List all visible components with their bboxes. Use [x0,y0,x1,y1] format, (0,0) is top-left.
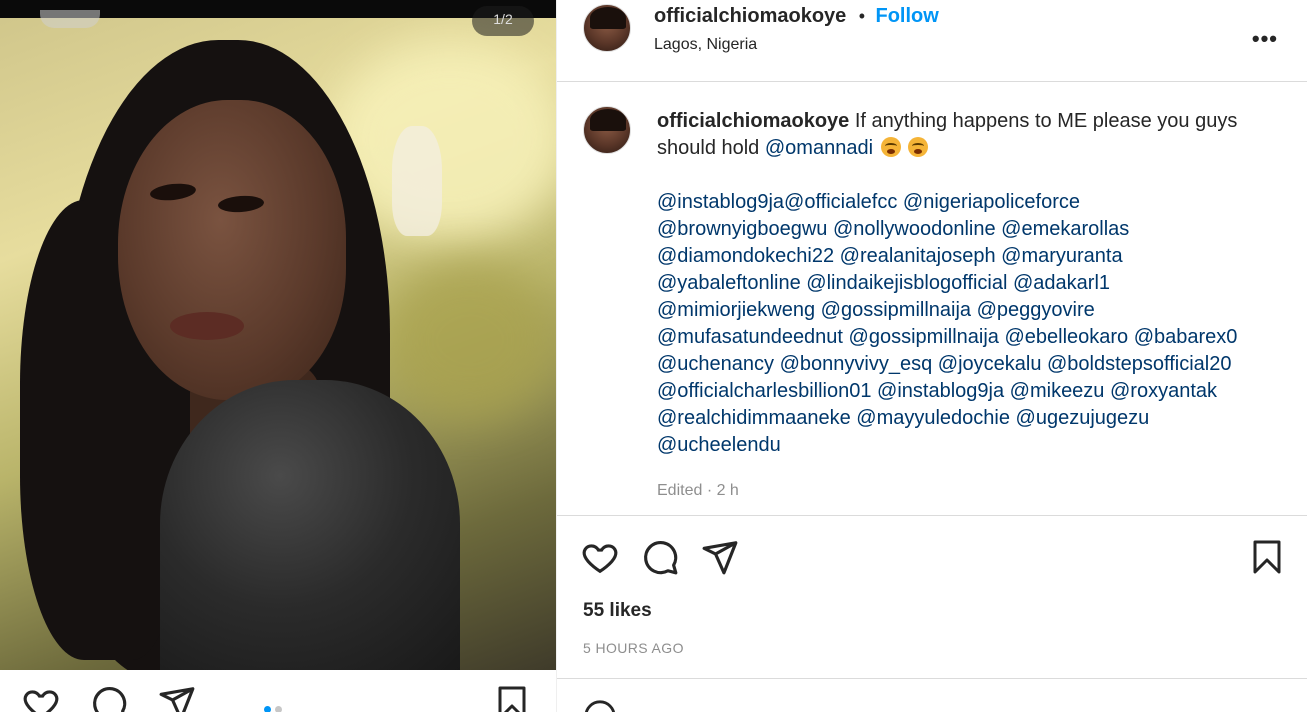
paper-plane-icon[interactable] [158,684,196,712]
more-options-icon[interactable]: ••• [1252,26,1278,52]
caption-avatar[interactable] [583,106,631,154]
caption-first-line: officialchiomaokoye If anything happens … [657,108,1267,162]
top-bar-notch [40,10,100,28]
add-comment-bar [557,678,1307,712]
loudly-crying-face-icon [880,137,901,157]
likes-count[interactable]: 55 likes [583,600,652,622]
follow-button[interactable]: Follow [876,5,939,27]
tag-line[interactable]: @brownyigboegwu @nollywoodonline @emekar… [657,216,1267,243]
tag-line[interactable]: @officialcharlesbillion01 @instablog9ja … [657,378,1267,405]
emoji-icon[interactable] [583,699,617,712]
post-side-panel: officialchiomaokoye • Follow Lagos, Nige… [556,0,1307,712]
tag-list: @instablog9ja@officialefcc @nigeriapolic… [657,189,1267,459]
header-separator: • [858,6,866,26]
caption: officialchiomaokoye If anything happens … [657,108,1267,459]
tag-line[interactable]: @diamondokechi22 @realanitajoseph @maryu… [657,243,1267,270]
tag-line[interactable]: @uchenancy @bonnyvivy_esq @joycekalu @bo… [657,351,1267,378]
sparkly-dress [160,380,460,670]
post-time: 5 HOURS AGO [583,640,684,656]
carousel-dot[interactable] [275,706,282,712]
tag-line[interactable]: @realchidimmaaneke @mayyuledochie @ugezu… [657,405,1267,432]
caption-username[interactable]: officialchiomaokoye [657,110,849,132]
tag-line[interactable]: @instablog9ja@officialefcc @nigeriapolic… [657,189,1267,216]
tag-line[interactable]: @yabaleftonline @lindaikejisblogofficial… [657,270,1267,297]
edited-timestamp: Edited · 2 h [657,482,739,499]
avatar[interactable] [583,4,631,52]
paper-plane-icon[interactable] [701,538,739,576]
tag-line[interactable]: @mufasatundeednut @gossipmillnaija @ebel… [657,324,1267,351]
caption-mention[interactable]: @omannadi [765,137,873,159]
header-username[interactable]: officialchiomaokoye [654,5,846,27]
header-title-row: officialchiomaokoye • Follow [654,5,939,28]
post-media[interactable]: 1/2 [0,0,556,670]
action-section: 55 likes 5 HOURS AGO [557,515,1307,685]
heart-icon[interactable] [581,538,619,576]
carousel-dots [264,700,286,712]
post-header: officialchiomaokoye • Follow Lagos, Nige… [557,0,1307,82]
heart-icon[interactable] [22,684,60,712]
background-person [392,126,442,236]
face [118,100,346,400]
comment-icon[interactable] [90,684,128,712]
background-foliage [380,260,556,420]
carousel-page-indicator: 1/2 [472,6,534,36]
tag-line[interactable]: @mimiorjiekweng @gossipmillnaija @peggyo… [657,297,1267,324]
loudly-crying-face-icon [908,137,929,157]
bookmark-icon[interactable] [494,684,530,712]
bookmark-icon[interactable] [1249,538,1285,576]
lips [170,312,244,340]
comment-icon[interactable] [641,538,679,576]
location-link[interactable]: Lagos, Nigeria [654,36,757,54]
carousel-dot-active[interactable] [264,706,271,712]
tag-line[interactable]: @ucheelendu [657,432,1267,459]
